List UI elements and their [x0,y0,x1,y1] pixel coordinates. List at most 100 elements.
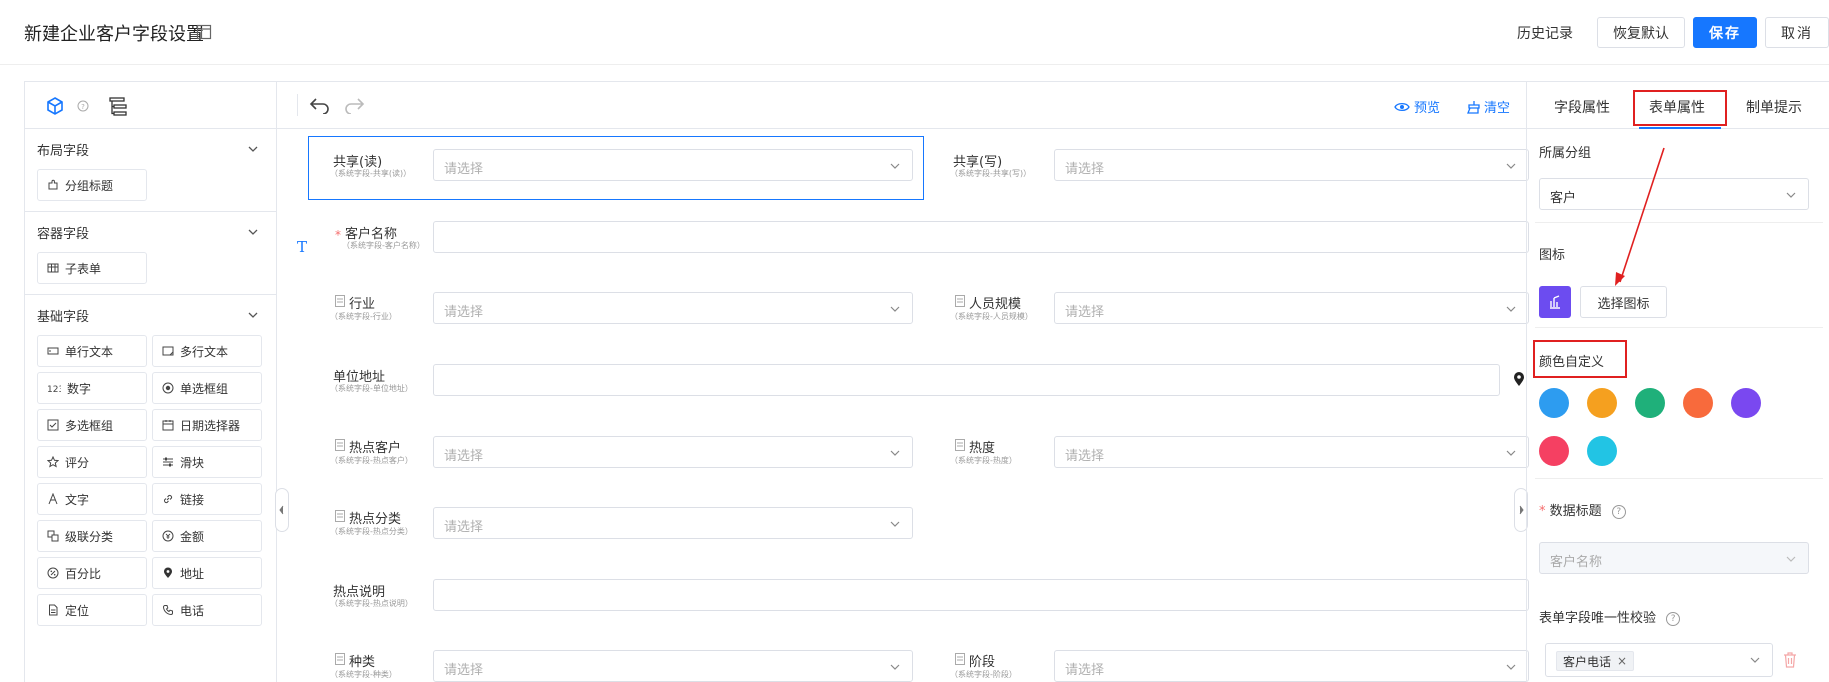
designer-frame: ? 布局字段 分组标题 容器字段 子表单 基础字段 单行文本 多行文本 12 数… [24,81,1829,682]
field-sub-address: （系统字段-单位地址） [330,384,413,393]
tile-label: 多行文本 [180,344,229,359]
chevron-down-icon [890,163,900,169]
preview-button[interactable]: 预览 [1394,97,1440,116]
tile-checkbox-group[interactable]: 多选框组 [37,409,147,441]
field-label-industry: 行业 [349,297,376,312]
hot-customer-select[interactable]: 请选择 [433,436,913,468]
tile-label: 子表单 [65,261,102,276]
chevron-down-icon [1506,306,1516,312]
outline-tree-icon[interactable] [107,95,129,117]
tile-link[interactable]: 链接 [152,483,262,515]
icon-label: 图标 [1539,248,1566,263]
tab-field-properties[interactable]: 字段属性 [1554,97,1610,117]
chevron-down-icon [248,146,258,152]
tile-single-line-text[interactable]: 单行文本 [37,335,147,367]
tile-location[interactable]: 定位 [37,594,147,626]
tile-text[interactable]: 文字 [37,483,147,515]
tile-label: 评分 [65,455,90,470]
tile-date-picker[interactable]: 日期选择器 [152,409,262,441]
help-icon[interactable]: ? [77,100,89,112]
tile-slider[interactable]: 滑块 [152,446,262,478]
heat-select[interactable]: 请选择 [1054,436,1529,468]
tab-form-tips[interactable]: 制单提示 [1746,97,1802,117]
field-label-kind: 种类 [349,655,376,670]
placeholder: 请选择 [444,449,484,464]
color-option-pink[interactable] [1539,436,1569,466]
field-label-hot-customer: 热点客户 [349,441,402,456]
document-icon [335,295,345,307]
tile-rating[interactable]: 评分 [37,446,147,478]
cancel-button[interactable]: 取消 [1765,17,1829,48]
staff-size-select[interactable]: 请选择 [1054,292,1529,324]
chevron-down-icon [890,521,900,527]
share-read-select[interactable]: 请选择 [433,149,913,181]
chevron-down-icon [890,306,900,312]
tile-label: 分组标题 [65,178,114,193]
tile-number[interactable]: 123 数字 [37,372,147,404]
address-input[interactable] [433,364,1500,396]
section-layout-fields[interactable]: 布局字段 [25,129,276,169]
tile-amount[interactable]: 金额 [152,520,262,552]
tile-label: 级联分类 [65,529,114,544]
tile-label: 定位 [65,603,90,618]
history-link[interactable]: 历史记录 [1517,23,1573,43]
tile-group-title[interactable]: 分组标题 [37,169,147,201]
placeholder: 请选择 [1065,449,1105,464]
unique-check-select[interactable]: 客户电话 × [1545,643,1773,677]
collapse-left-handle[interactable] [275,488,289,532]
tile-percent[interactable]: 百分比 [37,557,147,589]
section-container-fields[interactable]: 容器字段 [25,212,276,252]
save-button[interactable]: 保存 [1693,17,1757,48]
tile-radio-group[interactable]: 单选框组 [152,372,262,404]
data-title-label: * 数据标题 ? [1539,500,1626,519]
field-label-stage: 阶段 [969,655,996,670]
selected-icon-swatch[interactable] [1539,286,1571,318]
tag-close-icon[interactable]: × [1617,654,1627,668]
group-value: 客户 [1550,191,1577,206]
section-title: 基础字段 [37,309,90,325]
industry-select[interactable]: 请选择 [433,292,913,324]
tile-multi-line-text[interactable]: 多行文本 [152,335,262,367]
unique-check-label: 表单字段唯一性校验 ? [1539,607,1681,626]
chevron-down-icon [1750,657,1760,663]
cube-icon[interactable] [45,96,65,116]
tile-cascade[interactable]: 级联分类 [37,520,147,552]
group-select[interactable]: 客户 [1539,178,1809,210]
palette-tabs: ? [25,82,276,129]
hot-category-select[interactable]: 请选择 [433,507,913,539]
hot-description-input[interactable] [433,579,1529,611]
chevron-down-icon [1786,192,1796,198]
trash-icon[interactable] [1783,652,1797,668]
undo-icon[interactable] [309,96,331,114]
help-icon[interactable]: ? [1666,611,1681,626]
help-icon[interactable]: ? [1611,504,1626,519]
color-option-orange[interactable] [1587,388,1617,418]
customer-name-input[interactable] [433,221,1529,253]
stage-select[interactable]: 请选择 [1054,650,1529,682]
tile-label: 单选框组 [180,381,229,396]
layout-icon[interactable] [196,24,212,40]
data-title-select[interactable]: 客户名称 [1539,542,1809,574]
form-canvas: 预览 清空 共享(读) （系统字段-共享(读)） 请选择 共享(写) （系统字段… [275,82,1529,682]
color-option-red-orange[interactable] [1683,388,1713,418]
color-option-purple[interactable] [1731,388,1761,418]
tile-address[interactable]: 地址 [152,557,262,589]
tile-subform[interactable]: 子表单 [37,252,147,284]
redo-icon[interactable] [343,96,365,114]
group-label: 所属分组 [1539,146,1592,161]
restore-default-button[interactable]: 恢复默认 [1597,17,1685,48]
choose-icon-button[interactable]: 选择图标 [1580,286,1667,318]
kind-select[interactable]: 请选择 [433,650,913,682]
color-option-cyan[interactable] [1587,436,1617,466]
section-basic-fields[interactable]: 基础字段 [25,295,276,335]
tile-label: 日期选择器 [180,418,241,433]
share-write-select[interactable]: 请选择 [1054,149,1529,181]
tile-label: 百分比 [65,566,102,581]
clear-button[interactable]: 清空 [1466,97,1510,116]
color-option-blue[interactable] [1539,388,1569,418]
map-pin-icon[interactable] [1512,371,1526,387]
color-option-green[interactable] [1635,388,1665,418]
tile-phone[interactable]: 电话 [152,594,262,626]
placeholder: 请选择 [444,663,484,678]
properties-panel: 字段属性 表单属性 制单提示 所属分组 客户 图标 选择图标 颜色自定义 * 数… [1526,82,1829,682]
